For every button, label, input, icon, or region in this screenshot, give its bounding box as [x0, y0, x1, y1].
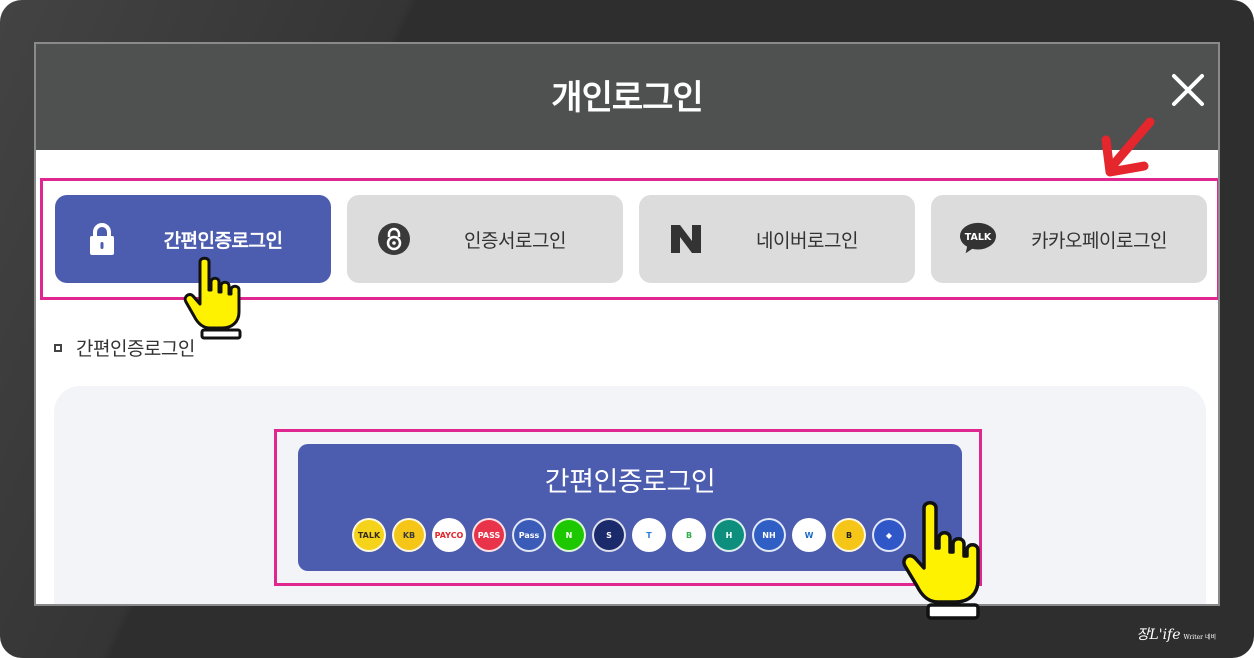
modal-header: 개인로그인 — [36, 44, 1218, 150]
tab-certificate-login[interactable]: 인증서로그인 — [347, 195, 623, 283]
pointing-hand-icon — [180, 256, 250, 340]
device-frame: 개인로그인 간편인증로그인 인증서로그인 네이버로그인 TALK 카카오페이로그… — [0, 0, 1254, 658]
close-button[interactable] — [1168, 70, 1208, 110]
provider-icons: TALK KB PAYCO PASS Pass N S T B H NH W B ◆ — [352, 518, 906, 552]
tab-naver-login[interactable]: 네이버로그인 — [639, 195, 915, 283]
lock-icon — [83, 220, 121, 258]
tab-label: 카카오페이로그인 — [1031, 229, 1167, 252]
banksign-icon: B — [832, 518, 866, 552]
payco-icon: PAYCO — [432, 518, 466, 552]
shinhan-icon: S — [592, 518, 626, 552]
kakao-icon: TALK — [352, 518, 386, 552]
samsung-pass-icon: Pass — [512, 518, 546, 552]
tab-label: 인증서로그인 — [464, 229, 566, 252]
naver-provider-icon: N — [552, 518, 586, 552]
pointing-hand-icon — [898, 500, 984, 622]
banksalad-icon: B — [672, 518, 706, 552]
square-bullet-icon — [54, 343, 62, 352]
simple-auth-login-button[interactable]: 간편인증로그인 TALK KB PAYCO PASS Pass N S T B H NH W B ◆ — [298, 444, 962, 571]
watermark-text: 장L'ife — [1136, 627, 1181, 643]
section-heading-text: 간편인증로그인 — [76, 338, 195, 360]
hana-icon: H — [712, 518, 746, 552]
tab-kakaopay-login[interactable]: TALK 카카오페이로그인 — [931, 195, 1207, 283]
tab-label: 네이버로그인 — [756, 229, 858, 252]
close-icon — [1172, 74, 1204, 106]
toss-icon: T — [632, 518, 666, 552]
simple-auth-button-label: 간편인증로그인 — [544, 467, 716, 498]
kakaotalk-icon-text: TALK — [965, 232, 992, 243]
kakaotalk-icon: TALK — [959, 220, 997, 258]
section-heading: 간편인증로그인 — [54, 334, 195, 361]
kb-icon: KB — [392, 518, 426, 552]
woori-icon: W — [792, 518, 826, 552]
watermark-sub: Writer 네비 — [1183, 634, 1216, 641]
watermark: 장L'ife Writer 네비 — [1137, 624, 1216, 644]
naver-icon — [667, 220, 705, 258]
modal-title: 개인로그인 — [551, 77, 703, 118]
certificate-icon — [375, 220, 413, 258]
red-arrow-icon — [1094, 110, 1164, 180]
nh-icon: NH — [752, 518, 786, 552]
pass-icon: PASS — [472, 518, 506, 552]
